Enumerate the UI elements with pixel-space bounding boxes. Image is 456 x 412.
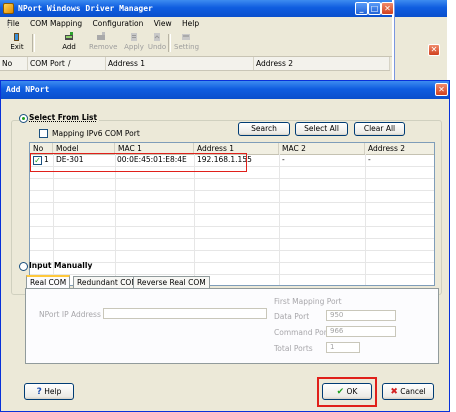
col-no[interactable]: No [0,57,28,70]
row-address2: - [368,155,371,164]
nport-ip-label: NPort IP Address [39,310,101,319]
remove-button[interactable]: Remove [89,31,117,55]
data-port-label: Data Port [274,312,310,321]
menu-help[interactable]: Help [182,19,199,28]
exit-button[interactable]: Exit [5,31,29,55]
total-ports-label: Total Ports [274,344,313,353]
grid-col-address2[interactable]: Address 2 [365,143,434,154]
menu-configuration[interactable]: Configuration [93,19,144,28]
add-nport-dialog: Add NPort ✕ Select From List Mapping IPv… [0,80,450,412]
mapping-ipv6-label: Mapping IPv6 COM Port [52,129,140,138]
tab-redundant-com[interactable]: Redundant COM [73,276,142,288]
setting-icon [182,34,190,40]
clear-all-button[interactable]: Clear All [354,122,405,136]
exit-icon [14,33,19,41]
input-manually-label: Input Manually [29,261,93,270]
minimize-button[interactable]: _ [355,2,368,15]
select-from-list-radio[interactable] [19,114,28,123]
search-button[interactable]: Search [238,122,290,136]
menu-com-mapping[interactable]: COM Mapping [30,19,82,28]
toolbar: Exit Add Remove Apply Undo Setting [0,30,392,57]
remove-icon [97,32,105,40]
apply-button[interactable]: Apply [122,31,146,55]
help-button[interactable]: ? Help [24,383,74,400]
total-ports-field[interactable]: 1 [326,342,360,353]
maximize-button[interactable]: □ [368,2,381,15]
command-port-field[interactable]: 966 [326,326,396,337]
add-button[interactable]: Add [57,31,81,55]
col-address-2[interactable]: Address 2 [254,57,390,70]
first-mapping-port-label: First Mapping Port [274,297,342,306]
data-port-field[interactable]: 950 [326,310,396,321]
com-list-header: No COM Port Address 1 Address 2 [0,57,390,71]
main-title-bar: NPort Windows Driver Manager _ □ ✕ [0,0,394,17]
add-icon [65,32,73,40]
setting-button[interactable]: Setting [174,31,199,55]
help-icon: ? [36,387,42,397]
input-manually-radio[interactable] [19,262,28,271]
menu-view[interactable]: View [154,19,172,28]
select-from-list-label: Select From List [29,113,100,122]
col-com-port[interactable]: COM Port [28,57,106,70]
main-window-title: NPort Windows Driver Manager [18,4,153,13]
app-icon [3,3,14,14]
mapping-ipv6-checkbox[interactable] [39,129,48,138]
col-address-1[interactable]: Address 1 [106,57,254,70]
tab-real-com[interactable]: Real COM [26,275,71,288]
dialog-close-button[interactable]: ✕ [435,83,448,96]
select-all-button[interactable]: Select All [295,122,348,136]
apply-icon [131,33,137,41]
undo-icon [154,33,160,41]
undo-button[interactable]: Undo [145,31,169,55]
dialog-title: Add NPort [6,85,50,94]
close-button[interactable]: ✕ [381,2,394,15]
cancel-x-icon: ✖ [390,387,398,397]
command-port-label: Command Port [274,328,330,337]
background-window-title-bar [395,0,447,17]
tab-strip: Real COM Redundant COM Reverse Real COM [25,275,325,289]
background-window: ✕ [394,0,447,80]
sort-arrow-icon: / [68,59,71,68]
menu-bar: File COM Mapping Configuration View Help [0,17,392,30]
nport-ip-field[interactable] [103,308,267,319]
highlight-box-ok [317,377,377,407]
highlight-box-row [30,153,247,172]
grid-col-mac2[interactable]: MAC 2 [279,143,365,154]
menu-grip [8,19,11,28]
row-mac2: - [282,155,285,164]
dialog-title-bar: Add NPort ✕ [1,81,449,99]
tab-reverse-real-com[interactable]: Reverse Real COM [133,276,210,288]
background-window-close-button[interactable]: ✕ [428,44,440,56]
cancel-button[interactable]: ✖ Cancel [382,383,434,400]
